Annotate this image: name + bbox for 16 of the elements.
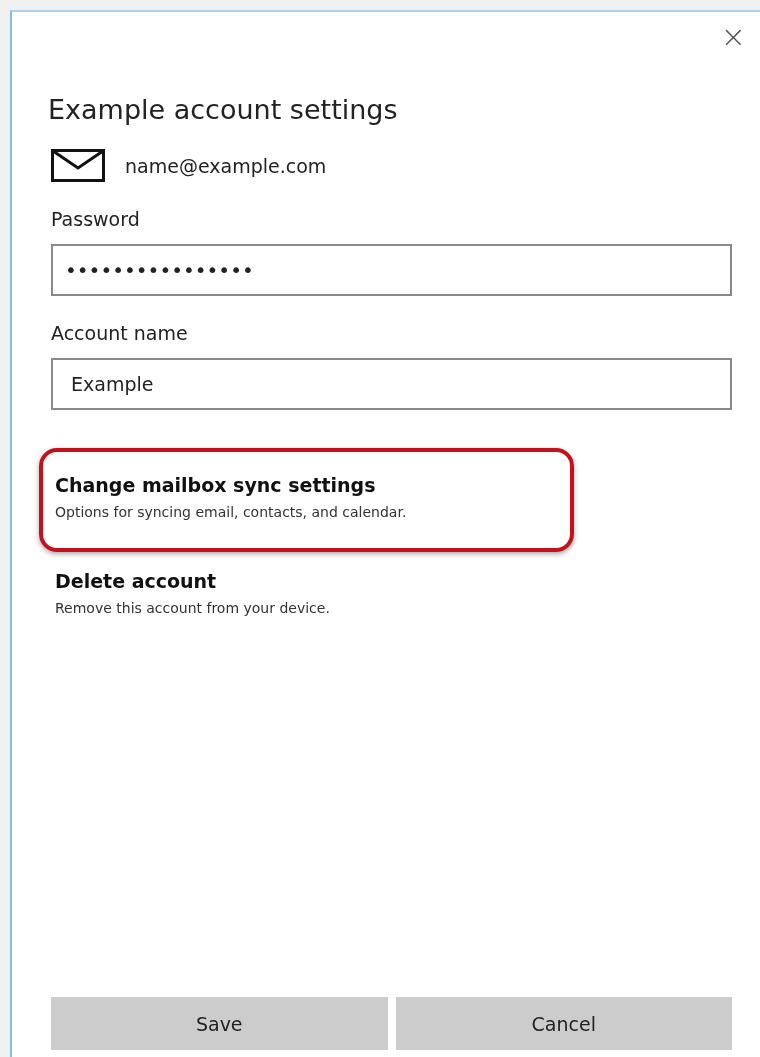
- option-title: Change mailbox sync settings: [55, 474, 377, 496]
- password-field[interactable]: ••••••••••••••••: [51, 244, 732, 296]
- dialog-title: Example account settings: [48, 94, 399, 125]
- dialog-button[interactable]: Cancel: [395, 997, 732, 1050]
- settings-option[interactable]: Change mailbox sync settings Options for syncing email, contacts, and calendar.: [39, 448, 574, 552]
- settings-option[interactable]: Delete account Remove this account from your device.: [39, 566, 574, 648]
- close-button[interactable]: ×: [714, 22, 752, 52]
- field-label: Password: [51, 208, 141, 230]
- dialog-button[interactable]: Save: [51, 997, 388, 1050]
- field-label: Account name: [51, 322, 189, 344]
- input-field[interactable]: Example: [51, 358, 732, 410]
- option-title: Delete account: [55, 570, 218, 592]
- option-description: Remove this account from your device.: [55, 600, 331, 616]
- option-description: Options for syncing email, contacts, and calendar.: [55, 504, 408, 520]
- account-email: name@example.com: [125, 154, 327, 177]
- envelope-icon: [51, 149, 105, 182]
